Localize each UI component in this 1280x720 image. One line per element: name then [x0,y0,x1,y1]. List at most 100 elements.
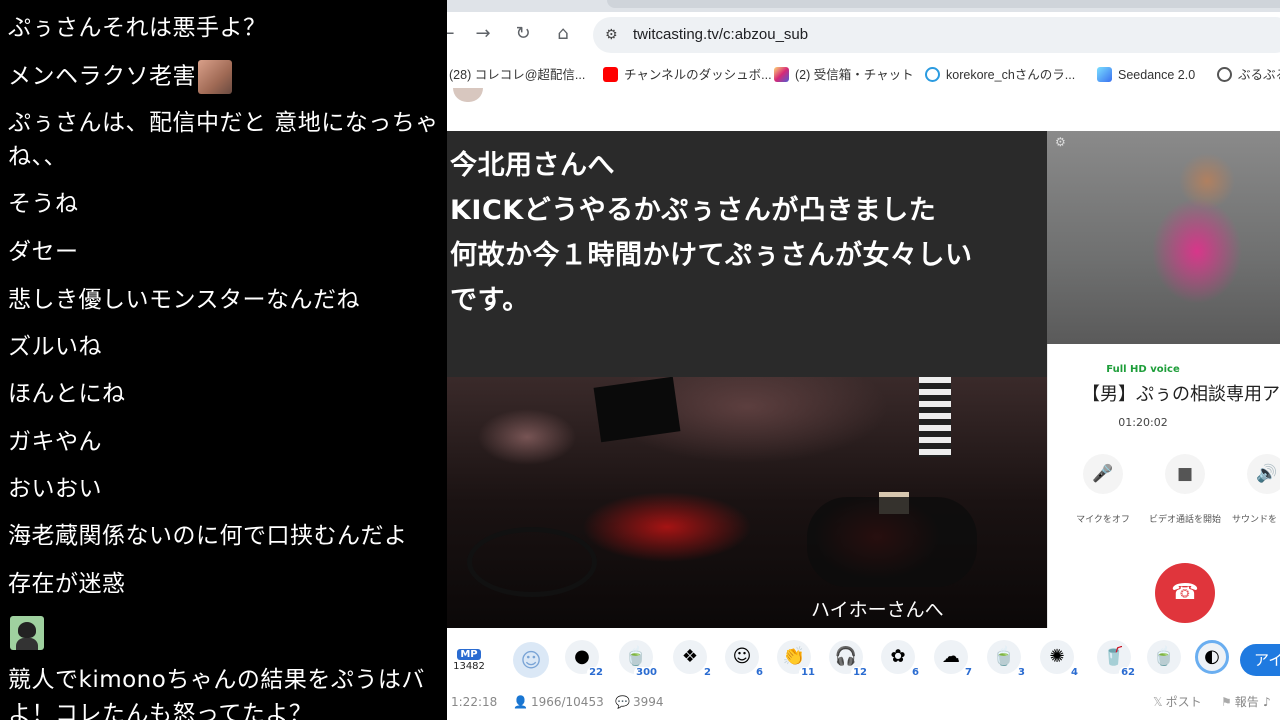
gear-icon[interactable]: ⚙ [1055,135,1066,149]
comment: ほんとにね [8,381,126,407]
elapsed-time: 1:22:18 [451,695,498,709]
gift-count: 12 [851,667,869,678]
comment: メンヘラクソ老害 [8,60,232,94]
address-bar[interactable]: ⚙ twitcasting.tv/c:abzou_sub [593,17,1280,53]
bookmark-label: korekore_chさんのラ... [946,68,1076,82]
comment: ガキやん [8,429,102,455]
comment: よ！コレたんも怒ってたよ？ [8,701,313,720]
mute-mic-label: マイクをオフ [1076,515,1130,525]
gift-item[interactable]: 🍵 3 [987,640,1027,680]
comment: ダセー [8,239,79,265]
gift-icon: 🍵 [1147,640,1181,674]
gift-item[interactable]: 🍵 300 [619,640,659,680]
stream-subtitle: ハイホーさんへ [811,599,944,621]
comment: ズルいね [8,334,102,360]
forward-arrow-icon[interactable]: → [471,22,495,46]
user-avatar [198,60,232,94]
gift-item[interactable]: ✺ 4 [1040,640,1080,680]
music-icon[interactable]: ♪ [1263,692,1271,712]
gift-item[interactable]: ◐ [1195,640,1235,680]
browser-window: ← → ↻ ⌂ ⚙ twitcasting.tv/c:abzou_sub (28… [447,0,1280,720]
comment-text: メンヘラクソ老害 [8,63,196,90]
call-info: Full HD voice 【男】ぷぅの相談専用アカ 01:20:02 🎤 マイ… [1047,344,1280,628]
gift-bar: MP 13482 ☺ ● 22 🍵 300 ❖ 2 ☺ 6 👏 11 🎧 12 ✿ 6 ☁ 7 … [447,628,1280,692]
streamer-avatar[interactable] [453,88,483,102]
gift-count: 6 [910,667,921,678]
bookmark-item[interactable]: (28) コレコレ@超配信... [449,66,585,84]
seedance-icon [1097,67,1112,82]
bookmark-item[interactable]: ぶるぶる [1217,66,1280,84]
gift-count: 300 [634,667,659,678]
gift-count: 7 [963,667,974,678]
video-camera-icon: ■ [1165,454,1205,494]
comment: 存在が迷惑 [8,571,126,597]
bookmark-item[interactable]: korekore_chさんのラ... [925,66,1075,84]
gift-item[interactable]: 🥤 62 [1097,640,1137,680]
comment: 競人でkimonoちゃんの結果をぷうはバ [8,667,425,693]
start-video-button[interactable]: ■ [1165,454,1205,494]
gift-count: 62 [1119,667,1137,678]
gift-item[interactable]: ☺ 6 [725,640,765,680]
person-icon: 👤 [513,695,528,709]
gift-item[interactable]: ☁ 7 [934,640,974,680]
comment: おいおい [8,476,102,502]
browser-toolbar: ← → ↻ ⌂ ⚙ twitcasting.tv/c:abzou_sub [447,12,1280,58]
bookmark-label: Seedance 2.0 [1118,68,1196,82]
stream-video[interactable]: 今北用さんへ KICKどうやるかぷぅさんが凸きました 何故か今１時間かけてぷぅさ… [447,131,1047,628]
bookmark-item[interactable]: (2) 受信箱・チャット [774,66,914,84]
speaker-icon: 🔊 [1247,454,1280,494]
mp-counter: MP 13482 [451,642,487,672]
viewer-count-value: 1966/10453 [530,695,604,709]
chat-bubble-icon: 💬 [615,695,630,709]
stream-scene: ハイホーさんへ [447,377,1047,628]
gift-item[interactable]: 🍵 [1147,640,1187,680]
mute-mic-button[interactable]: 🎤 [1083,454,1123,494]
bookmark-label: (28) コレコレ@超配信... [449,68,586,82]
comment-count: 💬 3994 [615,692,664,712]
post-button[interactable]: 𝕏 ポスト [1153,692,1202,712]
post-label: ポスト [1165,695,1202,709]
gift-item[interactable]: ● 22 [565,640,605,680]
air-button[interactable]: アイ [1240,644,1280,676]
back-arrow-icon[interactable]: ← [447,22,459,46]
comment-list: ぷぅさんそれは悪手よ？ メンヘラクソ老害 ぷぅさんは、配信中だと 意地になっちゃ… [0,0,447,720]
headphones-icon [925,67,940,82]
gift-count: 4 [1069,667,1080,678]
globe-icon [1217,67,1232,82]
user-avatar [10,616,44,650]
gift-count: 2 [702,667,713,678]
bookmark-label: ぶるぶる [1238,68,1280,82]
comment: 海老蔵関係ないのに何で口挟むんだよ [8,523,408,549]
bookmark-label: チャンネルのダッシュボ... [624,68,772,82]
start-video-label: ビデオ通話を開始 [1148,515,1221,525]
bookmarks-bar: (28) コレコレ@超配信... チャンネルのダッシュボ... (2) 受信箱・… [447,58,1280,93]
home-icon[interactable]: ⌂ [551,22,575,46]
gift-icon: ◐ [1195,640,1229,674]
sound-button[interactable]: 🔊 [1247,454,1280,494]
sound-label: サウンドを [1231,515,1277,525]
site-settings-icon[interactable]: ⚙ [605,25,625,45]
youtube-icon [603,67,618,82]
reload-icon[interactable]: ↻ [511,22,535,46]
hang-up-button[interactable]: ☎ [1155,563,1215,623]
gift-item[interactable]: ❖ 2 [673,640,713,680]
smiley-icon[interactable]: ☺ [513,642,549,678]
gift-item[interactable]: 👏 11 [777,640,817,680]
gift-item[interactable]: ✿ 6 [881,640,921,680]
bookmark-item[interactable]: チャンネルのダッシュボ... [603,66,772,84]
stream-caption: 今北用さんへ KICKどうやるかぷぅさんが凸きました 何故か今１時間かけてぷぅさ… [450,150,973,316]
bookmark-item[interactable]: Seedance 2.0 [1097,66,1195,84]
viewer-count: 👤 1966/10453 [513,692,604,712]
instagram-icon [774,67,789,82]
x-logo-icon: 𝕏 [1153,695,1163,709]
phone-hangup-icon: ☎ [1171,580,1199,605]
url-text[interactable]: twitcasting.tv/c:abzou_sub [633,26,808,43]
comment: ぷぅさんは、配信中だと 意地になっちゃ [8,110,439,136]
call-panel: ⚙ Full HD voice 【男】ぷぅの相談専用アカ 01:20:02 🎤 … [1047,131,1280,628]
mp-badge: MP [457,649,481,660]
gift-item[interactable]: 🎧 12 [829,640,869,680]
gift-count: 11 [799,667,817,678]
microphone-icon: 🎤 [1083,454,1123,494]
comment: そうね [8,191,79,217]
report-button[interactable]: ⚑ 報告 [1221,692,1259,712]
